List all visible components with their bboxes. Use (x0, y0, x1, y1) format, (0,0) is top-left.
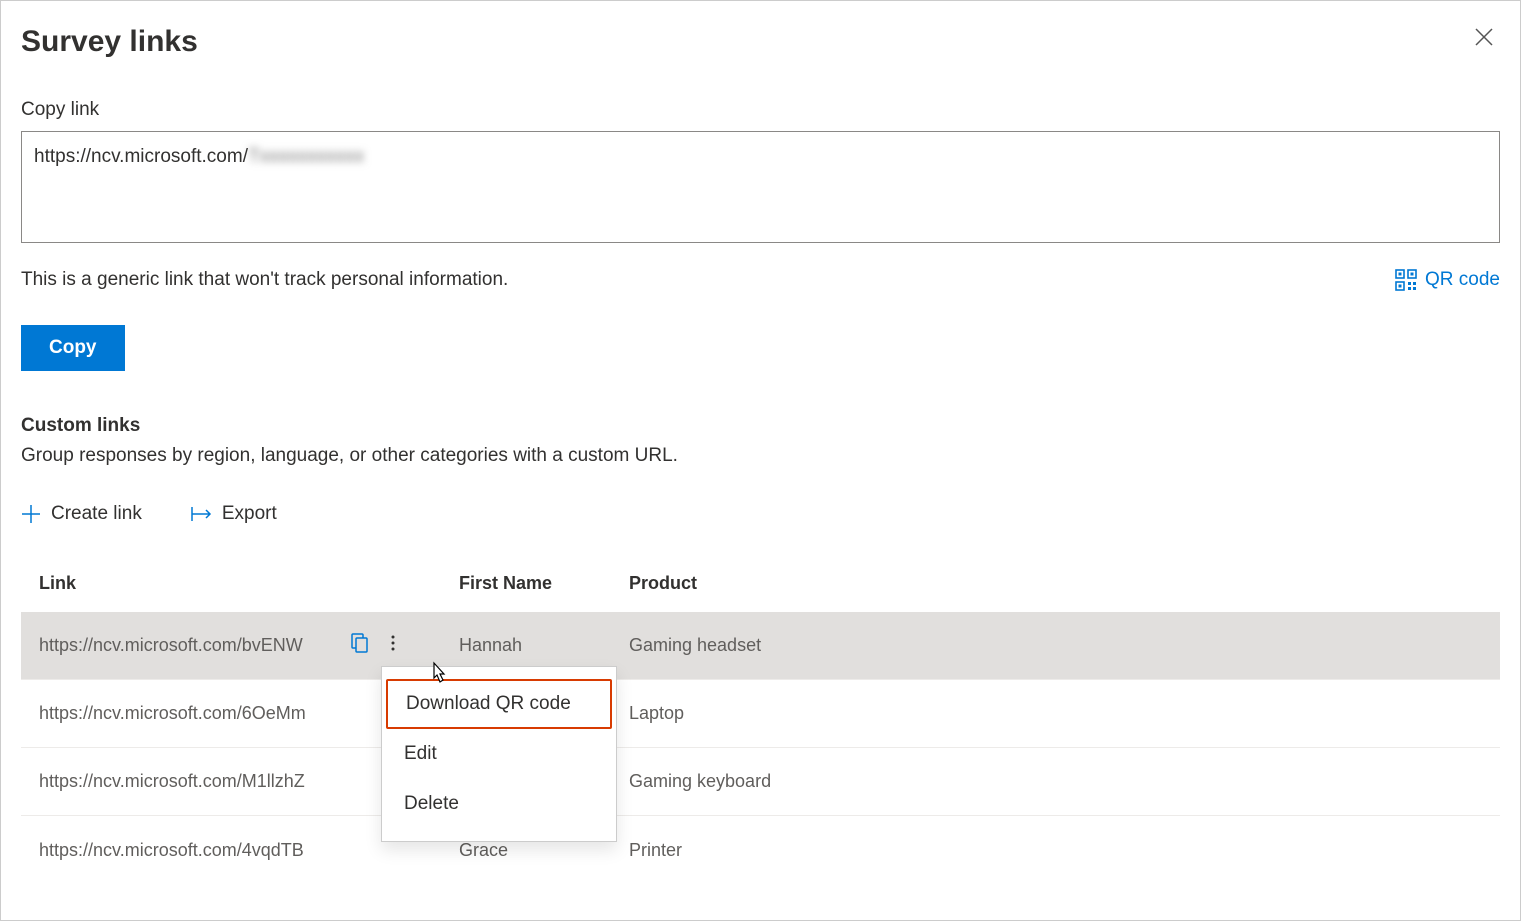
generic-link-url-blurred: Txxxxxxxxxxx (248, 146, 364, 168)
copy-icon (349, 633, 369, 653)
table-row[interactable]: https://ncv.microsoft.com/M1llzhZ Gaming… (21, 748, 1500, 816)
header-product: Product (629, 573, 1482, 594)
row-link: https://ncv.microsoft.com/4vqdTB (39, 840, 349, 861)
table-header: Link First Name Product (21, 561, 1500, 612)
table-row[interactable]: https://ncv.microsoft.com/4vqdTB Grace P… (21, 816, 1500, 884)
row-first-name: Hannah (459, 635, 629, 656)
export-label: Export (222, 503, 277, 525)
menu-edit[interactable]: Edit (382, 729, 616, 779)
close-icon (1475, 28, 1493, 46)
export-icon (190, 505, 212, 523)
custom-links-description: Group responses by region, language, or … (21, 445, 1500, 467)
header-first-name: First Name (459, 573, 629, 594)
row-context-menu: Download QR code Edit Delete (381, 666, 617, 842)
custom-links-table: Link First Name Product https://ncv.micr… (21, 561, 1500, 884)
custom-links-title: Custom links (21, 415, 1500, 437)
row-link: https://ncv.microsoft.com/bvENW (39, 635, 349, 656)
survey-links-panel: Survey links Copy link https://ncv.micro… (0, 0, 1521, 921)
row-first-name: Grace (459, 840, 629, 861)
row-link: https://ncv.microsoft.com/6OeMm (39, 703, 349, 724)
row-more-button[interactable] (389, 633, 459, 658)
table-row[interactable]: https://ncv.microsoft.com/bvENW Hannah G… (21, 612, 1500, 680)
copy-button[interactable]: Copy (21, 325, 125, 371)
header-link: Link (39, 573, 459, 594)
close-button[interactable] (1472, 25, 1496, 49)
qr-code-icon (1395, 269, 1417, 291)
copy-link-label: Copy link (21, 99, 1500, 121)
row-product: Gaming keyboard (629, 771, 1482, 792)
page-title: Survey links (21, 25, 1500, 59)
copy-row-link-button[interactable] (349, 633, 389, 658)
generic-link-url-visible: https://ncv.microsoft.com/ (34, 146, 248, 168)
row-product: Laptop (629, 703, 1482, 724)
more-vertical-icon (389, 633, 405, 653)
generic-link-input[interactable]: https://ncv.microsoft.com/Txxxxxxxxxxx (21, 131, 1500, 243)
create-link-label: Create link (51, 503, 142, 525)
generic-link-help-text: This is a generic link that won't track … (21, 269, 508, 291)
create-link-button[interactable]: Create link (21, 503, 142, 525)
plus-icon (21, 504, 41, 524)
qr-code-label: QR code (1425, 269, 1500, 291)
table-row[interactable]: https://ncv.microsoft.com/6OeMm Laptop (21, 680, 1500, 748)
custom-links-toolbar: Create link Export (21, 503, 1500, 525)
row-product: Printer (629, 840, 1482, 861)
menu-delete[interactable]: Delete (382, 779, 616, 829)
menu-download-qr[interactable]: Download QR code (386, 679, 612, 729)
qr-code-button[interactable]: QR code (1395, 269, 1500, 291)
row-product: Gaming headset (629, 635, 1482, 656)
export-button[interactable]: Export (190, 503, 277, 525)
row-link: https://ncv.microsoft.com/M1llzhZ (39, 771, 349, 792)
